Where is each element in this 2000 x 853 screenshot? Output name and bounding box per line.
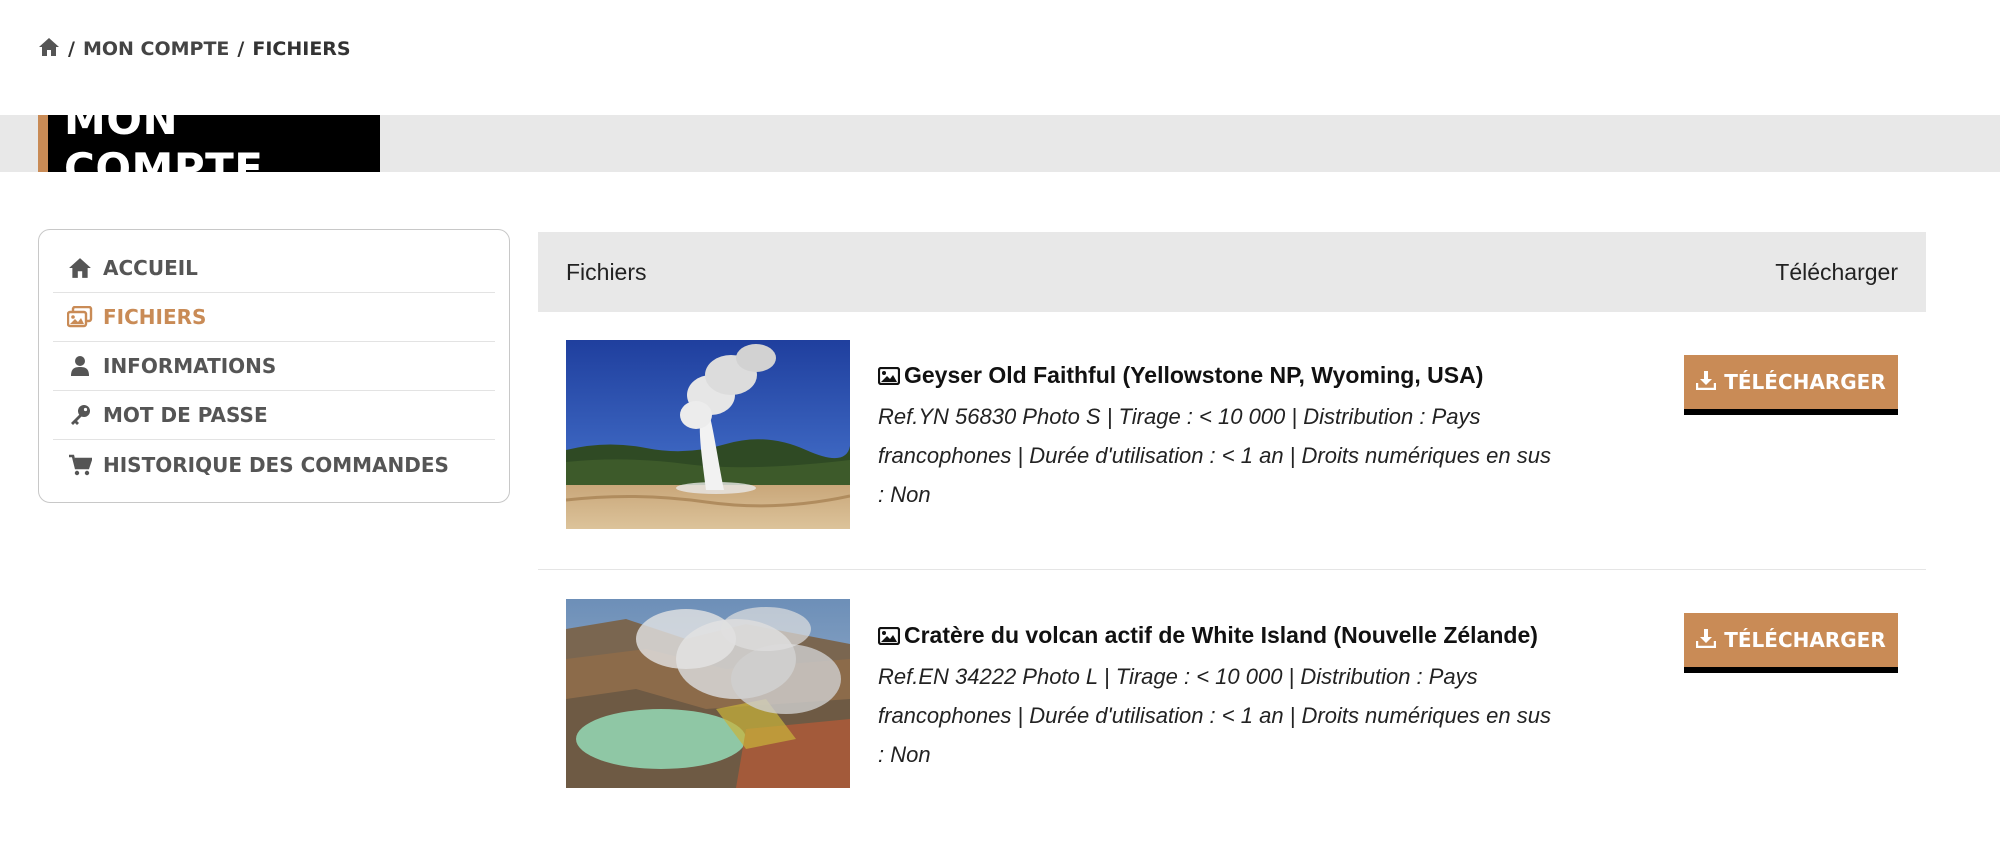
file-title-text: Geyser Old Faithful (Yellowstone NP, Wyo… [904, 362, 1484, 388]
images-icon [67, 304, 93, 330]
sidebar-item-label: INFORMATIONS [103, 354, 277, 378]
sidebar-item-informations[interactable]: INFORMATIONS [53, 342, 495, 391]
sidebar-item-fichiers[interactable]: FICHIERS [53, 293, 495, 342]
table-row: Geyser Old Faithful (Yellowstone NP, Wyo… [538, 312, 1926, 570]
download-button[interactable]: TÉLÉCHARGER [1684, 355, 1898, 415]
sidebar-item-historique[interactable]: HISTORIQUE DES COMMANDES [53, 440, 495, 489]
page-title: MON COMPTE [48, 95, 380, 193]
user-icon [67, 353, 93, 379]
file-info: Cratère du volcan actif de White Island … [877, 616, 1558, 774]
file-details: Ref.EN 34222 Photo L | Tirage : < 10 000… [878, 664, 1551, 767]
sidebar-item-label: MOT DE PASSE [103, 403, 268, 427]
download-icon [1696, 628, 1717, 653]
download-button[interactable]: TÉLÉCHARGER [1684, 613, 1898, 673]
sidebar-item-mot-de-passe[interactable]: MOT DE PASSE [53, 391, 495, 440]
download-icon [1696, 370, 1717, 395]
files-table-header: Fichiers Télécharger [538, 232, 1926, 312]
volcano-thumbnail [566, 599, 850, 788]
column-files: Fichiers [566, 258, 647, 285]
file-title-text: Cratère du volcan actif de White Island … [904, 622, 1538, 648]
breadcrumb-separator: / [237, 38, 245, 60]
column-download: Télécharger [1775, 258, 1898, 285]
breadcrumb-fichiers: FICHIERS [252, 38, 351, 60]
breadcrumb-separator: / [68, 38, 75, 60]
title-accent [38, 115, 48, 172]
download-button-label: TÉLÉCHARGER [1724, 628, 1886, 652]
sidebar-item-label: ACCUEIL [103, 256, 198, 280]
geyser-thumbnail [566, 340, 850, 529]
file-title[interactable]: Geyser Old Faithful (Yellowstone NP, Wyo… [877, 356, 1558, 397]
breadcrumb: / MON COMPTE / FICHIERS [38, 36, 351, 62]
sidebar-item-label: FICHIERS [103, 305, 207, 329]
file-details: Ref.YN 56830 Photo S | Tirage : < 10 000… [878, 404, 1551, 507]
image-icon [877, 358, 901, 397]
account-sidebar: ACCUEIL FICHIERS INFORMATIONS MOT DE PAS… [38, 229, 510, 503]
breadcrumb-mon-compte[interactable]: MON COMPTE [83, 38, 229, 60]
key-icon [67, 402, 93, 428]
file-title[interactable]: Cratère du volcan actif de White Island … [877, 616, 1558, 657]
image-icon [877, 618, 901, 657]
file-info: Geyser Old Faithful (Yellowstone NP, Wyo… [877, 356, 1558, 514]
download-button-label: TÉLÉCHARGER [1724, 370, 1886, 394]
home-icon [67, 255, 93, 281]
home-icon[interactable] [38, 37, 60, 62]
sidebar-item-accueil[interactable]: ACCUEIL [53, 244, 495, 293]
sidebar-item-label: HISTORIQUE DES COMMANDES [103, 452, 449, 477]
cart-icon [67, 452, 93, 478]
table-row: Cratère du volcan actif de White Island … [538, 572, 1926, 853]
